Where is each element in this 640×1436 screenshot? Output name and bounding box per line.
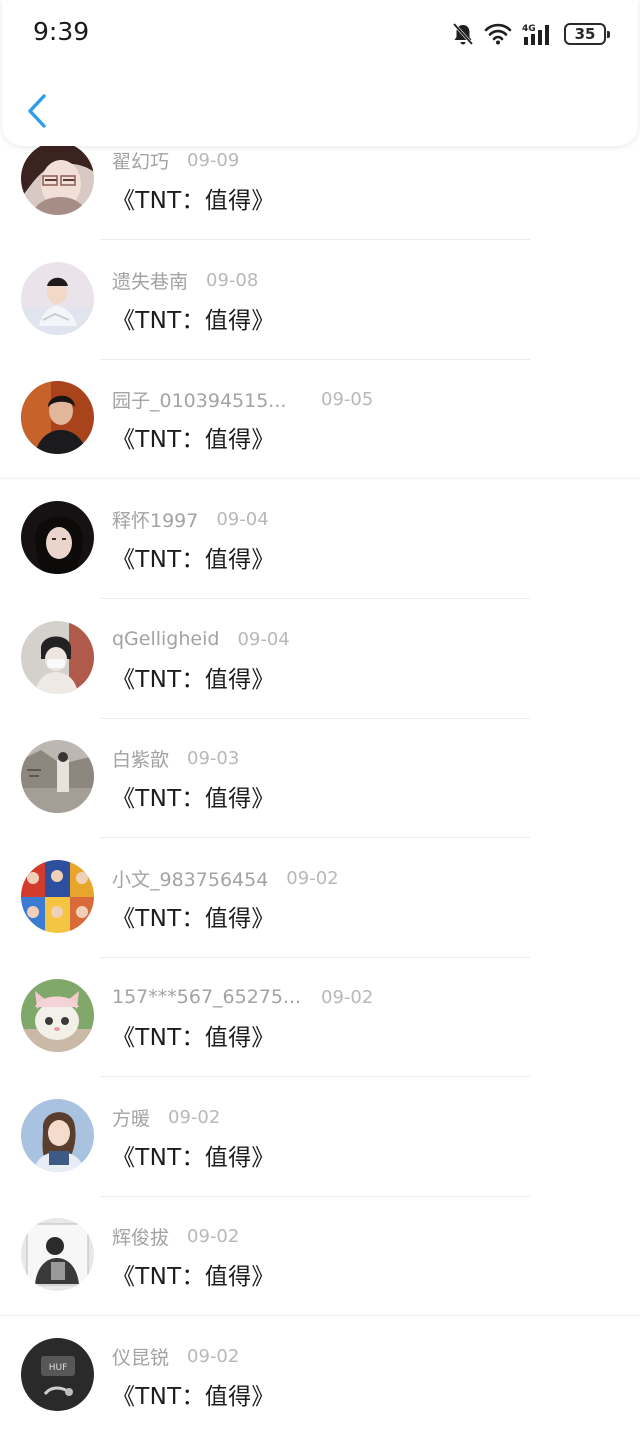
- username[interactable]: 仪昆锐: [112, 1343, 169, 1370]
- post-meta: 园子_010394515... 09-05: [112, 384, 373, 414]
- list-item[interactable]: 园子_010394515... 09-05 《TNT：值得》: [0, 359, 640, 479]
- avatar[interactable]: [21, 381, 94, 454]
- list-item[interactable]: 遗失巷南 09-08 《TNT：值得》: [0, 240, 640, 360]
- cellular-4g-icon: 4G: [522, 24, 549, 45]
- username[interactable]: 释怀1997: [112, 506, 198, 533]
- username[interactable]: 翟幻巧: [112, 147, 169, 174]
- post-title[interactable]: 《TNT：值得》: [112, 1018, 275, 1052]
- wifi-icon: [484, 23, 512, 45]
- post-meta: 白紫歆 09-03: [112, 743, 239, 773]
- post-date: 09-04: [237, 628, 290, 650]
- post-meta: qGelligheid 09-04: [112, 624, 290, 654]
- post-meta: 辉俊拔 09-02: [112, 1221, 239, 1251]
- post-title[interactable]: 《TNT：值得》: [112, 1377, 275, 1411]
- list-item[interactable]: 方暖 09-02 《TNT：值得》: [0, 1077, 640, 1197]
- username[interactable]: 辉俊拔: [112, 1223, 169, 1250]
- post-title[interactable]: 《TNT：值得》: [112, 420, 275, 454]
- post-title[interactable]: 《TNT：值得》: [112, 181, 275, 215]
- battery-level: 35: [574, 25, 596, 43]
- post-meta: 遗失巷南 09-08: [112, 265, 258, 295]
- post-title[interactable]: 《TNT：值得》: [112, 899, 275, 933]
- post-date: 09-02: [187, 1345, 240, 1367]
- post-title[interactable]: 《TNT：值得》: [112, 660, 275, 694]
- svg-text:HUF: HUF: [49, 1363, 68, 1373]
- post-date: 09-02: [286, 867, 339, 889]
- chevron-left-icon: [28, 94, 46, 128]
- post-title[interactable]: 《TNT：值得》: [112, 301, 275, 335]
- list-item[interactable]: 辉俊拔 09-02 《TNT：值得》: [0, 1196, 640, 1316]
- battery-icon: 35: [564, 23, 610, 45]
- post-meta: 小文_983756454 09-02: [112, 863, 339, 893]
- post-title[interactable]: 《TNT：值得》: [112, 1138, 275, 1172]
- post-date: 09-02: [187, 1225, 240, 1247]
- post-date: 09-09: [187, 149, 240, 171]
- list-item[interactable]: qGelligheid 09-04 《TNT：值得》: [0, 599, 640, 719]
- avatar[interactable]: HUF: [21, 1338, 94, 1411]
- avatar[interactable]: [21, 740, 94, 813]
- post-title[interactable]: 《TNT：值得》: [112, 540, 275, 574]
- svg-text:4G: 4G: [522, 24, 536, 34]
- username[interactable]: 方暖: [112, 1104, 150, 1131]
- avatar[interactable]: [21, 621, 94, 694]
- comment-list: 翟幻巧 09-09 《TNT：值得》 遗失巷南 09-08 《TNT：值得》 园…: [0, 0, 640, 1415]
- username[interactable]: qGelligheid: [112, 628, 219, 650]
- avatar[interactable]: [21, 262, 94, 335]
- post-date: 09-04: [216, 508, 269, 530]
- status-icons: 4G 35: [452, 20, 610, 48]
- post-meta: 方暖 09-02: [112, 1102, 220, 1132]
- status-time: 9:39: [33, 17, 90, 46]
- post-date: 09-02: [321, 986, 374, 1008]
- back-button[interactable]: [24, 92, 52, 130]
- list-item[interactable]: 释怀1997 09-04 《TNT：值得》: [0, 479, 640, 599]
- avatar[interactable]: [21, 501, 94, 574]
- post-date: 09-05: [321, 388, 374, 410]
- post-meta: 翟幻巧 09-09: [112, 145, 239, 175]
- avatar[interactable]: [21, 860, 94, 933]
- post-meta: 仪昆锐 09-02: [112, 1341, 239, 1371]
- post-meta: 释怀1997 09-04: [112, 504, 269, 534]
- list-item[interactable]: 小文_983756454 09-02 《TNT：值得》: [0, 838, 640, 958]
- post-meta: 157***567_65275... 09-02: [112, 982, 373, 1012]
- username[interactable]: 园子_010394515...: [112, 386, 303, 413]
- list-item[interactable]: 157***567_65275... 09-02 《TNT：值得》: [0, 957, 640, 1077]
- post-date: 09-02: [168, 1106, 221, 1128]
- top-bar: 9:39 4G 35: [2, 0, 638, 146]
- username[interactable]: 遗失巷南: [112, 267, 188, 294]
- post-date: 09-08: [206, 269, 259, 291]
- post-title[interactable]: 《TNT：值得》: [112, 1257, 275, 1291]
- bell-off-icon: [452, 22, 474, 46]
- username[interactable]: 157***567_65275...: [112, 986, 303, 1008]
- list-item[interactable]: 白紫歆 09-03 《TNT：值得》: [0, 718, 640, 838]
- avatar[interactable]: [21, 1218, 94, 1291]
- username[interactable]: 白紫歆: [112, 745, 169, 772]
- post-title[interactable]: 《TNT：值得》: [112, 779, 275, 813]
- avatar[interactable]: [21, 1099, 94, 1172]
- avatar[interactable]: [21, 979, 94, 1052]
- post-date: 09-03: [187, 747, 240, 769]
- avatar[interactable]: [21, 142, 94, 215]
- username[interactable]: 小文_983756454: [112, 865, 268, 892]
- list-item[interactable]: HUF 仪昆锐 09-02 《TNT：值得》: [0, 1316, 640, 1436]
